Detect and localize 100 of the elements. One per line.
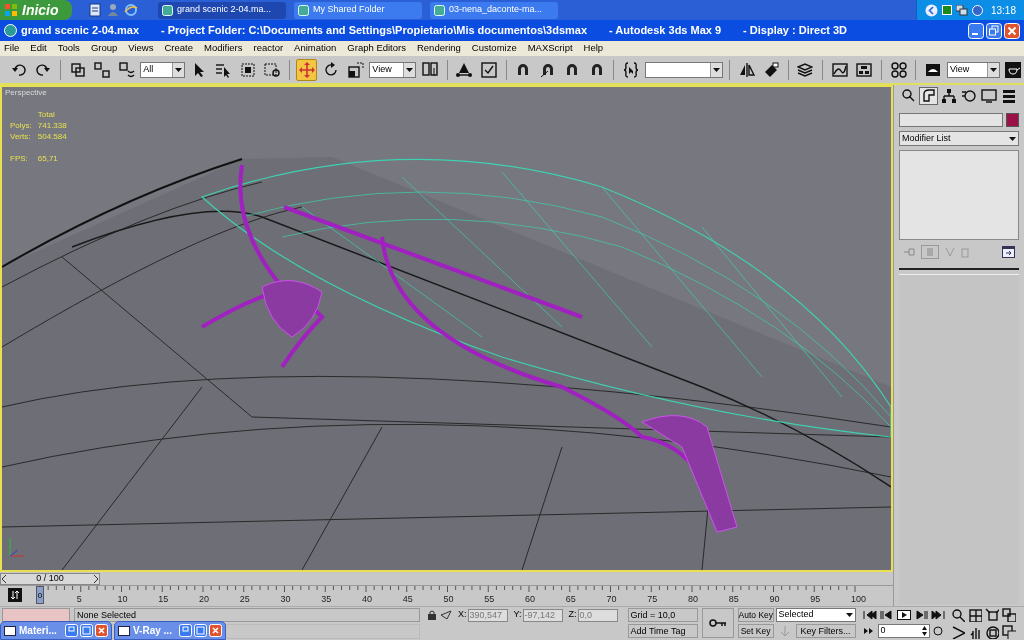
play-icon[interactable] xyxy=(896,610,911,620)
named-selection-icon xyxy=(623,61,640,78)
set-keys-button[interactable] xyxy=(701,608,734,638)
coordinate-label: Y: xyxy=(513,608,522,622)
next-frame-icon[interactable] xyxy=(913,610,928,620)
coordinate-field[interactable]: -97,142 xyxy=(522,608,563,622)
close-icon[interactable] xyxy=(1004,22,1020,39)
menu-item[interactable]: Modifiers xyxy=(203,41,243,56)
menu-item[interactable]: Views xyxy=(128,41,154,56)
taskbar-button[interactable]: My Shared Folder xyxy=(294,1,422,19)
menu-item[interactable]: MAXScript xyxy=(527,41,573,56)
spinner-icon xyxy=(921,626,927,636)
panel-tab[interactable] xyxy=(979,87,999,105)
menu-item[interactable]: Animation xyxy=(294,41,337,56)
taskbar-button[interactable]: grand scenic 2-04.ma... xyxy=(158,1,286,19)
coordinate-field[interactable]: 390,547 xyxy=(467,608,508,622)
key-mode-icon[interactable] xyxy=(8,588,22,602)
teapot-icon xyxy=(1005,61,1022,78)
frame-label: 25 xyxy=(239,593,250,606)
angle-snap-icon xyxy=(539,61,556,78)
dropdown-arrow-icon xyxy=(175,67,183,72)
close-icon[interactable] xyxy=(209,624,222,637)
curve-editor-icon xyxy=(831,61,848,78)
motion-icon xyxy=(961,88,978,104)
key-filters-button[interactable]: Key Filters... xyxy=(795,624,856,638)
coordinate-field[interactable]: 0,0 xyxy=(577,608,618,622)
tray-icon[interactable] xyxy=(941,5,952,15)
menu-item[interactable]: Tools xyxy=(57,41,80,56)
maximize-viewport-icon[interactable] xyxy=(1001,625,1016,639)
close-icon[interactable] xyxy=(95,624,108,637)
key-target-dropdown[interactable]: Selected xyxy=(775,608,856,622)
frame-label: 35 xyxy=(321,593,332,606)
restore-icon[interactable] xyxy=(65,624,78,637)
previous-frame-icon[interactable] xyxy=(879,610,894,620)
absolute-mode-icon[interactable] xyxy=(440,610,452,620)
panel-tab[interactable] xyxy=(919,87,939,105)
configure-sets-icon[interactable] xyxy=(1002,246,1015,258)
selection-filter-dropdown[interactable]: All xyxy=(140,61,186,78)
minimized-window-title: Materi... xyxy=(19,624,57,638)
go-to-end-icon[interactable] xyxy=(930,610,945,620)
script-listener-field[interactable] xyxy=(2,608,70,622)
minimize-icon[interactable] xyxy=(968,22,984,39)
restore-icon[interactable] xyxy=(986,22,1002,39)
maximize-icon[interactable] xyxy=(194,624,207,637)
lock-icon[interactable] xyxy=(428,610,436,620)
stats-header: Total xyxy=(37,109,56,120)
frame-label: 5 xyxy=(76,593,82,606)
window-title: grand scenic 2-04.max xyxy=(21,23,139,39)
restore-icon[interactable] xyxy=(179,624,192,637)
app-icon xyxy=(4,24,17,37)
start-button[interactable]: Inicio xyxy=(0,0,72,20)
name-field[interactable] xyxy=(899,113,1003,127)
schematic-view-icon xyxy=(856,61,873,78)
redo-icon xyxy=(35,61,52,78)
time-slider-thumb[interactable]: 0 / 100 xyxy=(0,573,100,585)
named-selection-dropdown[interactable] xyxy=(644,61,723,78)
taskbar-button[interactable]: 03-nena_daconte-ma... xyxy=(430,1,558,19)
network-icon[interactable] xyxy=(955,4,968,16)
go-to-start-icon[interactable] xyxy=(862,610,877,620)
menu-item[interactable]: Rendering xyxy=(416,41,461,56)
zoom-extents-all-icon[interactable] xyxy=(1001,608,1016,622)
viewport[interactable]: Perspective Total Polys: 741.338 Verts: 504.584 FPS: 65,71 xyxy=(0,85,893,572)
coordinate-system-dropdown[interactable]: View xyxy=(369,61,417,78)
browser-icon[interactable] xyxy=(124,3,138,17)
color-swatch[interactable] xyxy=(1006,113,1019,127)
window-icon xyxy=(162,4,173,16)
grid-size: Grid = 10,0 xyxy=(627,608,698,622)
time-slider[interactable]: 0 / 100 xyxy=(0,572,893,586)
document-icon[interactable] xyxy=(88,3,102,17)
frame-field[interactable]: 0 xyxy=(877,624,930,638)
stats-value: 65,71 xyxy=(37,153,59,164)
modify-icon xyxy=(920,88,937,104)
menu-item[interactable]: Graph Editors xyxy=(347,41,406,56)
field-of-view-icon[interactable] xyxy=(950,625,965,639)
zoom-extents-icon[interactable] xyxy=(984,608,999,622)
zoom-icon[interactable] xyxy=(950,608,965,622)
menu-item[interactable]: Help xyxy=(583,41,604,56)
set-key-button[interactable]: Set Key xyxy=(737,624,774,638)
maximize-icon[interactable] xyxy=(80,624,93,637)
key-mode-icon[interactable] xyxy=(862,627,875,635)
menu-item[interactable]: Group xyxy=(90,41,118,56)
menu-item[interactable]: Customize xyxy=(471,41,517,56)
undo-icon xyxy=(10,61,27,78)
globe-icon[interactable] xyxy=(971,4,983,16)
render-view-dropdown[interactable]: View xyxy=(946,61,1000,78)
menu-item[interactable]: Create xyxy=(164,41,193,56)
zoom-all-icon[interactable] xyxy=(967,608,982,622)
frame-marker[interactable]: 0 xyxy=(36,586,44,604)
chevron-icon[interactable] xyxy=(924,3,938,17)
auto-key-button[interactable]: Auto Key xyxy=(737,608,774,622)
menu-item[interactable]: Edit xyxy=(30,41,47,56)
modifier-list-dropdown[interactable]: Modifier List xyxy=(899,131,1019,146)
menu-item[interactable]: File xyxy=(4,41,20,56)
frame-label: 55 xyxy=(484,593,495,606)
add-time-tag-button[interactable]: Add Time Tag xyxy=(627,624,698,638)
unlink-icon xyxy=(94,61,111,78)
key-mode-toggle-icon[interactable] xyxy=(778,625,791,637)
arc-rotate-icon[interactable] xyxy=(984,625,999,639)
menu-item[interactable]: reactor xyxy=(253,41,284,56)
scale-icon xyxy=(347,61,364,78)
